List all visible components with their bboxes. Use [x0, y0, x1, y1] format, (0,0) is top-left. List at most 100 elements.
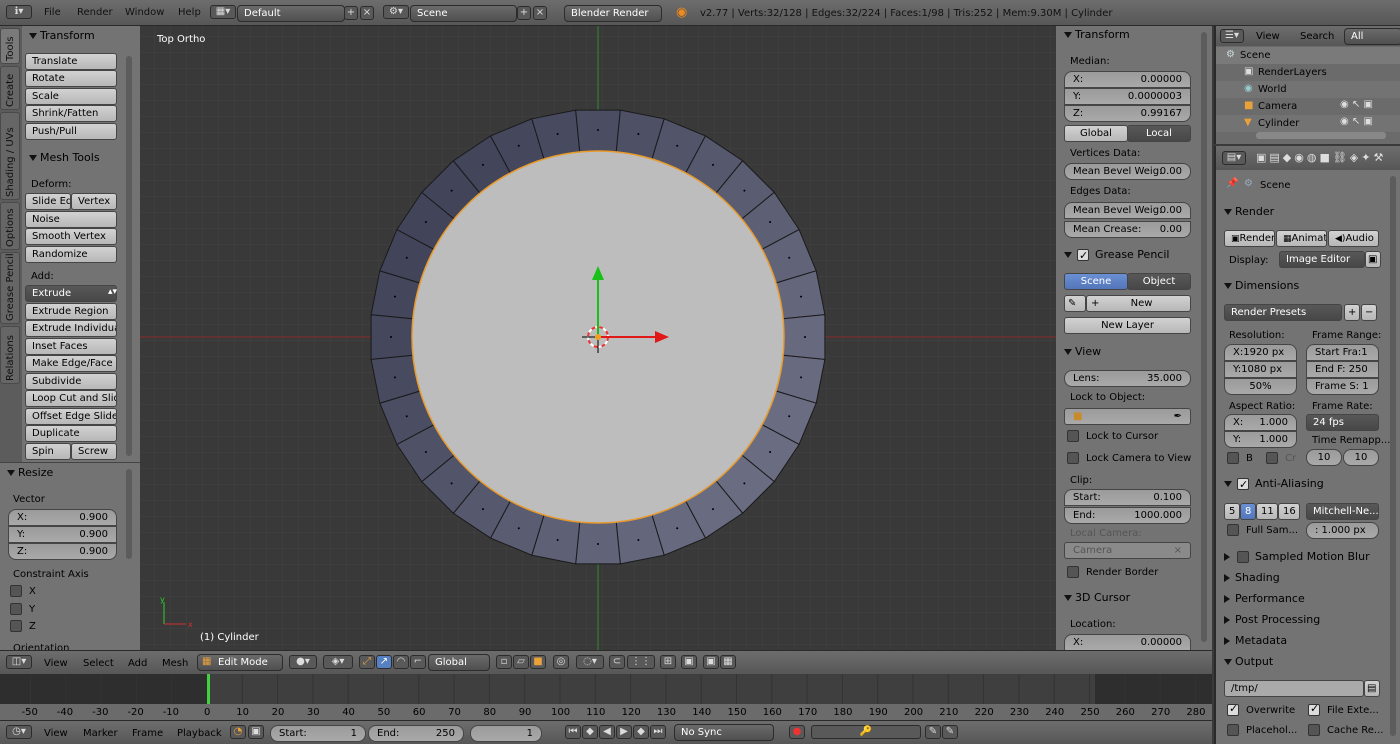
resize-y-field[interactable]: Y: 0.900: [8, 526, 117, 543]
limit-selection-icon[interactable]: ◎: [553, 655, 569, 669]
file-extensions-checkbox[interactable]: [1308, 702, 1320, 716]
mean-bevel-edge-field[interactable]: Mean Bevel Weig: 0.00: [1064, 202, 1191, 219]
clip-start-field[interactable]: Start: 0.100: [1064, 489, 1191, 506]
timeline[interactable]: -50 -40 -30 -20 -10 0 10 20 30 40 50 60 70 80 90 100 110…: [0, 674, 1212, 720]
lock-camera-checkbox[interactable]: [1067, 452, 1079, 464]
crop-checkbox[interactable]: [1266, 452, 1278, 464]
resolution-y-field[interactable]: Y:1080 px: [1224, 361, 1297, 378]
keying-set-field[interactable]: 🔑: [811, 725, 921, 739]
insert-keyframe-icon[interactable]: ✎: [925, 725, 941, 739]
translate-button[interactable]: Translate: [25, 53, 117, 70]
menu-render[interactable]: Render: [77, 7, 113, 18]
3d-viewport[interactable]: y x Top Ortho (1) Cylinder: [140, 26, 1056, 650]
timeline-start-field[interactable]: Start: 1: [270, 725, 366, 742]
np-transform-header[interactable]: Transform: [1059, 26, 1189, 44]
time-remap-new-field[interactable]: 10: [1343, 449, 1379, 466]
3d-view-menu[interactable]: View: [44, 658, 68, 669]
sync-mode-select[interactable]: No Sync: [674, 724, 774, 741]
frame-rate-select[interactable]: 24 fps: [1306, 414, 1379, 431]
lens-field[interactable]: Lens: 35.000: [1064, 370, 1191, 387]
render-engine-select[interactable]: Blender Render: [564, 5, 662, 22]
constraint-z-checkbox[interactable]: [10, 620, 22, 632]
output-panel-header[interactable]: Output: [1219, 653, 1389, 671]
transform-orientation-select[interactable]: Global: [428, 654, 490, 671]
timeline-end-field[interactable]: End: 250: [368, 725, 464, 742]
face-select-mode-icon[interactable]: ■: [530, 655, 546, 669]
manipulator-toggle-icon[interactable]: ⤢: [359, 655, 375, 669]
tab-relations[interactable]: Relations: [0, 326, 20, 384]
opengl-render-icon[interactable]: ▣: [681, 655, 697, 669]
record-icon[interactable]: ●: [789, 725, 805, 739]
time-remap-old-field[interactable]: 10: [1306, 449, 1342, 466]
aspect-x-field[interactable]: X: 1.000: [1224, 414, 1297, 431]
display-select[interactable]: Image Editor: [1279, 251, 1365, 268]
render-still-icon[interactable]: ▣: [703, 655, 719, 669]
tab-options[interactable]: Options: [0, 202, 20, 250]
render-animation-button[interactable]: ▦Animati: [1276, 230, 1327, 247]
scale-manipulator-icon[interactable]: ⌐: [410, 655, 426, 669]
resolution-x-field[interactable]: X:1920 px: [1224, 344, 1297, 361]
constraint-x-checkbox[interactable]: [10, 585, 22, 597]
timeline-editor-icon[interactable]: ◷▾: [6, 725, 32, 739]
3d-mesh-menu[interactable]: Mesh: [162, 658, 188, 669]
outliner-search-menu[interactable]: Search: [1300, 31, 1334, 42]
remove-preset-icon[interactable]: −: [1361, 304, 1377, 321]
randomize-button[interactable]: Randomize: [25, 246, 117, 263]
aa-8-button[interactable]: 8: [1240, 503, 1256, 520]
tab-grease-pencil[interactable]: Grease Pencil: [0, 252, 20, 324]
screw-button[interactable]: Screw: [71, 443, 117, 460]
screen-layout-select[interactable]: Default: [237, 5, 345, 22]
resize-panel-scrollbar[interactable]: [126, 469, 132, 559]
aa-filter-select[interactable]: Mitchell-Ne...: [1306, 503, 1379, 520]
slide-vertex-button[interactable]: Vertex: [71, 193, 117, 210]
inset-faces-button[interactable]: Inset Faces: [25, 338, 117, 355]
add-scene-icon[interactable]: +: [517, 6, 531, 20]
edge-select-mode-icon[interactable]: ▱: [513, 655, 529, 669]
render-image-button[interactable]: ▣Render: [1224, 230, 1275, 247]
menu-file[interactable]: File: [44, 7, 61, 18]
outliner-display-select[interactable]: All Scenes: [1344, 28, 1400, 57]
post-processing-panel-header[interactable]: Post Processing: [1219, 611, 1389, 629]
slide-edge-button[interactable]: Slide Ed: [25, 193, 71, 210]
viewport-shading-select[interactable]: ●▾: [289, 655, 317, 669]
render-panel-header[interactable]: Render: [1219, 203, 1389, 221]
pivot-point-select[interactable]: ◈▾: [323, 655, 353, 669]
shading-panel-header[interactable]: Shading: [1219, 569, 1389, 587]
aa-5-button[interactable]: 5: [1224, 503, 1240, 520]
resize-panel-header[interactable]: Resize: [2, 464, 112, 482]
preview-range-icon[interactable]: ◔: [230, 725, 246, 739]
current-frame-field[interactable]: 1: [470, 725, 542, 742]
next-keyframe-icon[interactable]: ◆: [633, 725, 649, 739]
anti-aliasing-header[interactable]: Anti-Aliasing: [1219, 475, 1389, 494]
aa-11-button[interactable]: 11: [1256, 503, 1278, 520]
gp-object-toggle[interactable]: Object: [1127, 273, 1191, 290]
placeholders-checkbox[interactable]: [1227, 724, 1239, 736]
outliner-editor-icon[interactable]: ☰▾: [1220, 29, 1244, 43]
constraint-y-checkbox[interactable]: [10, 603, 22, 615]
scene-select[interactable]: Scene: [410, 5, 517, 22]
scene-icon[interactable]: ⚙▾: [383, 5, 409, 19]
border-checkbox[interactable]: [1227, 452, 1239, 464]
shrink-fatten-button[interactable]: Shrink/Fatten: [25, 105, 117, 122]
properties-context-tabs[interactable]: ▣▤◆◉◍■⛓◈✦⚒: [1256, 151, 1386, 166]
remove-layout-icon[interactable]: ×: [360, 6, 374, 20]
loop-cut-slide-button[interactable]: Loop Cut and Slide: [25, 390, 117, 407]
timeline-marker-menu[interactable]: Marker: [83, 728, 118, 739]
timeline-playback-menu[interactable]: Playback: [177, 728, 222, 739]
outliner-row-cylinder[interactable]: Cylinder ▼ ◉ ↖ ▣: [1216, 115, 1400, 132]
gp-scene-toggle[interactable]: Scene: [1064, 273, 1128, 290]
3d-editor-type-icon[interactable]: ◫▾: [6, 655, 32, 669]
properties-region-scrollbar[interactable]: [1201, 32, 1207, 642]
snap-element-select[interactable]: ⋮⋮: [627, 655, 655, 669]
aa-16-button[interactable]: 16: [1278, 503, 1300, 520]
mesh-tools-panel-header[interactable]: Mesh Tools: [24, 149, 134, 167]
offset-edge-slide-button[interactable]: Offset Edge Slide: [25, 408, 117, 425]
browse-folder-icon[interactable]: ▤: [1364, 680, 1380, 697]
frame-step-field[interactable]: Frame S: 1: [1306, 378, 1379, 395]
outliner-row-world[interactable]: World ◉: [1216, 81, 1400, 98]
3d-select-menu[interactable]: Select: [83, 658, 114, 669]
play-icon[interactable]: ▶: [616, 725, 632, 739]
jump-end-icon[interactable]: ⏭: [650, 725, 666, 739]
screen-layout-icon[interactable]: ▦▾: [210, 5, 236, 19]
aspect-y-field[interactable]: Y: 1.000: [1224, 431, 1297, 448]
